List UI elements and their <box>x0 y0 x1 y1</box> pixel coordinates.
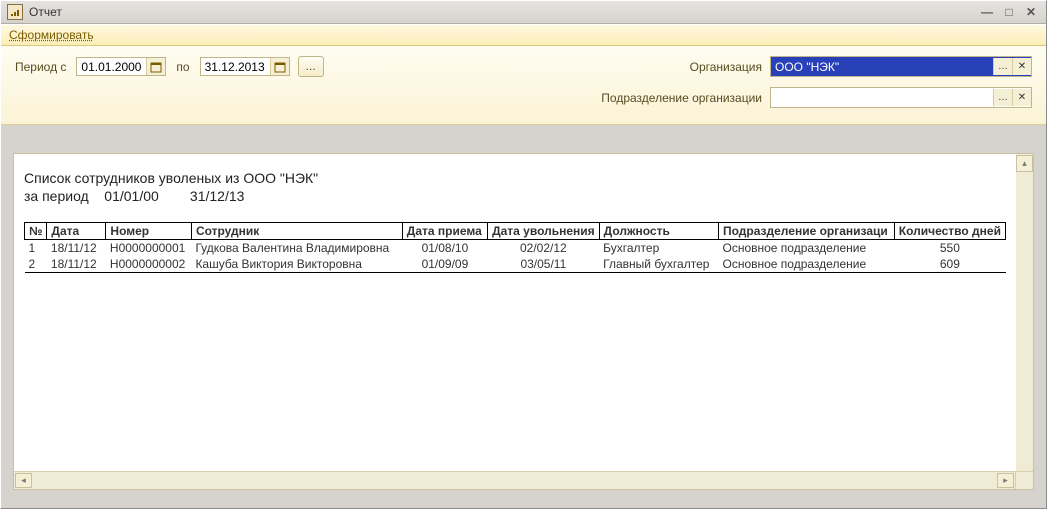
vertical-scrollbar[interactable]: ▴ <box>1016 154 1033 472</box>
org-lookup[interactable]: … ✕ <box>770 56 1032 77</box>
dept-label: Подразделение организации <box>601 91 762 105</box>
org-label: Организация <box>690 60 762 74</box>
cell-days: 609 <box>894 256 1005 273</box>
col-num: Номер <box>106 223 192 240</box>
table-row: 2 18/11/12 Н0000000002 Кашуба Виктория В… <box>25 256 1006 273</box>
lookup-select-button[interactable]: … <box>993 58 1012 75</box>
cell-no: 1 <box>25 240 47 257</box>
calendar-icon[interactable] <box>146 58 165 75</box>
col-pos: Должность <box>599 223 718 240</box>
window: Отчет — □ ✕ Сформировать Период с по <box>0 0 1047 509</box>
horizontal-scrollbar[interactable]: ◂ ▸ <box>14 471 1033 489</box>
scroll-right-icon[interactable]: ▸ <box>997 473 1014 488</box>
col-days: Количество дней <box>894 223 1005 240</box>
cell-no: 2 <box>25 256 47 273</box>
date-from-input[interactable] <box>76 57 166 76</box>
cell-date: 18/11/12 <box>47 256 106 273</box>
cell-num: Н0000000001 <box>106 240 192 257</box>
period-select-button[interactable]: … <box>298 56 324 77</box>
cell-dept: Основное подразделение <box>718 256 894 273</box>
filter-panel: Период с по … Организация … <box>1 46 1046 125</box>
col-no: № <box>25 223 47 240</box>
report-sub-to: 31/12/13 <box>190 188 245 204</box>
cell-hire: 01/08/10 <box>402 240 487 257</box>
table-row: 1 18/11/12 Н0000000001 Гудкова Валентина… <box>25 240 1006 257</box>
scroll-up-icon[interactable]: ▴ <box>1016 155 1033 172</box>
cell-fire: 02/02/12 <box>488 240 600 257</box>
col-date: Дата <box>47 223 106 240</box>
period-from-label: Период с <box>15 60 66 74</box>
generate-link[interactable]: Сформировать <box>9 28 94 42</box>
report-table: № Дата Номер Сотрудник Дата приема Дата … <box>24 222 1006 273</box>
cell-emp: Гудкова Валентина Владимировна <box>191 240 402 257</box>
table-header-row: № Дата Номер Сотрудник Дата приема Дата … <box>25 223 1006 240</box>
lookup-clear-button[interactable]: ✕ <box>1012 89 1031 106</box>
scroll-corner <box>1015 472 1033 489</box>
cell-num: Н0000000002 <box>106 256 192 273</box>
period-to-label: по <box>176 60 189 74</box>
lookup-select-button[interactable]: … <box>993 89 1012 106</box>
report-sub-from: 01/01/00 <box>104 188 159 204</box>
col-fire: Дата увольнения <box>488 223 600 240</box>
calendar-icon[interactable] <box>270 58 289 75</box>
report-area: Список сотрудников уволеных из ООО "НЭК"… <box>13 153 1034 490</box>
org-field[interactable] <box>771 58 993 75</box>
titlebar: Отчет — □ ✕ <box>1 1 1046 24</box>
window-title: Отчет <box>29 5 978 19</box>
report-body: Список сотрудников уволеных из ООО "НЭК"… <box>14 154 1016 472</box>
cell-fire: 03/05/11 <box>488 256 600 273</box>
col-hire: Дата приема <box>402 223 487 240</box>
cell-pos: Главный бухгалтер <box>599 256 718 273</box>
cell-emp: Кашуба Виктория Викторовна <box>191 256 402 273</box>
scroll-left-icon[interactable]: ◂ <box>15 473 32 488</box>
date-to-field[interactable] <box>201 58 270 75</box>
cell-pos: Бухгалтер <box>599 240 718 257</box>
date-to-input[interactable] <box>200 57 290 76</box>
report-icon <box>7 4 23 20</box>
col-emp: Сотрудник <box>191 223 402 240</box>
toolbar: Сформировать <box>1 24 1046 46</box>
close-button[interactable]: ✕ <box>1022 4 1040 20</box>
report-title: Список сотрудников уволеных из ООО "НЭК" <box>24 170 1006 186</box>
col-dept: Подразделение организаци <box>718 223 894 240</box>
date-from-field[interactable] <box>77 58 146 75</box>
report-subtitle: за период 01/01/00 31/12/13 <box>24 188 1006 204</box>
dept-lookup[interactable]: … ✕ <box>770 87 1032 108</box>
dept-field[interactable] <box>771 89 993 106</box>
minimize-button[interactable]: — <box>978 4 996 20</box>
cell-hire: 01/09/09 <box>402 256 487 273</box>
lookup-clear-button[interactable]: ✕ <box>1012 58 1031 75</box>
report-sub-label: за период <box>24 188 89 204</box>
cell-days: 550 <box>894 240 1005 257</box>
cell-date: 18/11/12 <box>47 240 106 257</box>
scroll-track[interactable] <box>33 472 996 489</box>
maximize-button[interactable]: □ <box>1000 4 1018 20</box>
cell-dept: Основное подразделение <box>718 240 894 257</box>
